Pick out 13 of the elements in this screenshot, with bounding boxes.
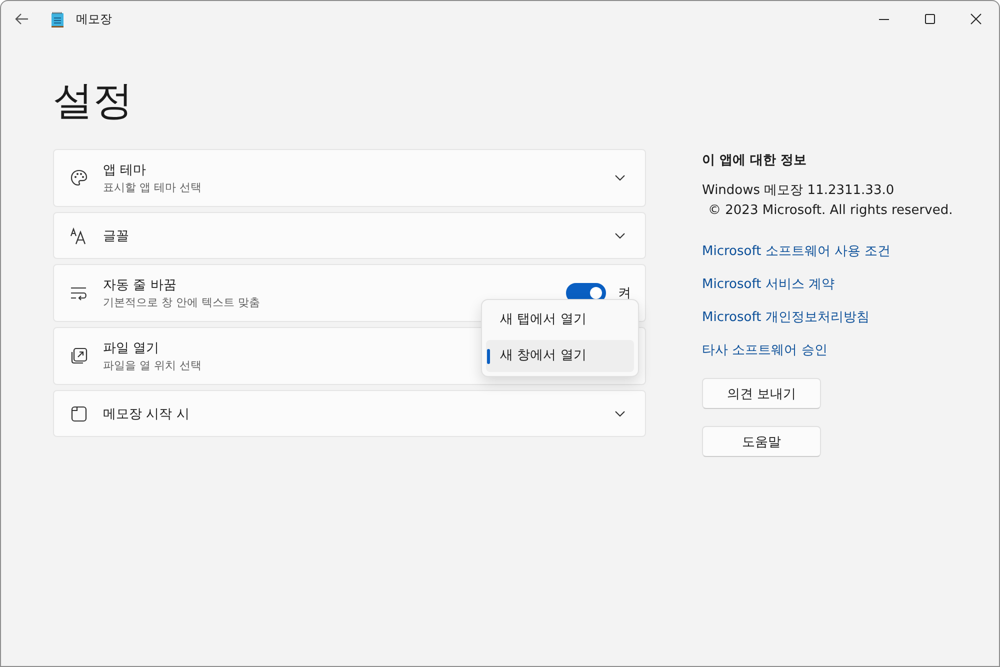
copyright-text: © 2023 Microsoft. All rights reserved. (707, 203, 953, 218)
setting-description: 파일을 열 위치 선택 (103, 358, 202, 373)
setting-description: 표시할 앱 테마 선택 (103, 180, 202, 195)
setting-title: 자동 줄 바꿈 (103, 277, 178, 294)
window-title: 메모장 (76, 10, 112, 28)
page-title: 설정 (53, 77, 134, 126)
setting-title: 앱 테마 (103, 162, 148, 179)
version-text: Windows 메모장 11.2311.33.0 (702, 182, 894, 199)
setting-title: 파일 열기 (103, 340, 160, 357)
toggle-state-label: 켜 (618, 285, 631, 302)
about-heading: 이 앱에 대한 정보 (702, 152, 807, 169)
setting-title: 글꼴 (103, 228, 129, 244)
setting-title: 메모장 시작 시 (103, 406, 190, 422)
